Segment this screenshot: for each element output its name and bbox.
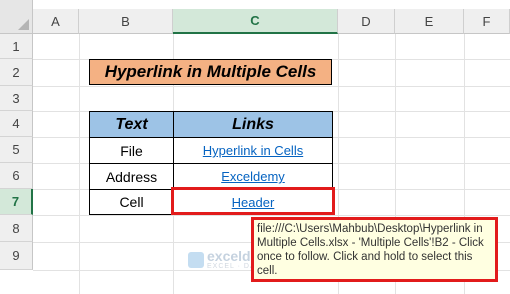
table-cell-link[interactable]: Exceldemy: [173, 163, 333, 190]
select-all-button[interactable]: [0, 0, 33, 34]
row-header-6[interactable]: 6: [0, 163, 33, 189]
hyperlink-exceldemy[interactable]: Exceldemy: [221, 169, 285, 184]
row-header-1[interactable]: 1: [0, 34, 33, 59]
column-header-d[interactable]: D: [338, 9, 395, 34]
table-cell-text[interactable]: Address: [89, 163, 174, 190]
select-all-icon: [18, 19, 29, 30]
row-header-5[interactable]: 5: [0, 137, 33, 163]
table-cell-link[interactable]: Hyperlink in Cells: [173, 137, 333, 164]
column-header-e[interactable]: E: [395, 9, 464, 34]
top-strip: [33, 0, 510, 9]
column-header-c[interactable]: C: [173, 9, 338, 34]
selected-cell-highlight: [171, 187, 335, 215]
tooltip-highlight: [251, 217, 498, 282]
column-header-f[interactable]: F: [464, 9, 510, 34]
row-header-2[interactable]: 2: [0, 59, 33, 86]
table-header-text[interactable]: Text: [89, 111, 174, 138]
table-cell-text[interactable]: Cell: [89, 189, 174, 215]
row-header-3[interactable]: 3: [0, 86, 33, 111]
gridline: [33, 86, 510, 87]
column-header-a[interactable]: A: [33, 9, 79, 34]
row-header-8[interactable]: 8: [0, 215, 33, 242]
row-header-9[interactable]: 9: [0, 242, 33, 270]
table-cell-text[interactable]: File: [89, 137, 174, 164]
spreadsheet: A B C D E F 1 2 3 4 5 6 7 8 9 Hyperlink …: [0, 0, 510, 294]
hyperlink-cells[interactable]: Hyperlink in Cells: [203, 143, 303, 158]
row-header-4[interactable]: 4: [0, 111, 33, 137]
gridline: [33, 215, 510, 216]
table-header-links[interactable]: Links: [173, 111, 333, 138]
gridline: [79, 34, 80, 294]
title-cell[interactable]: Hyperlink in Multiple Cells: [89, 59, 332, 85]
row-header-7[interactable]: 7: [0, 189, 33, 215]
column-header-b[interactable]: B: [79, 9, 173, 34]
exceldemy-logo-icon: [188, 252, 204, 268]
